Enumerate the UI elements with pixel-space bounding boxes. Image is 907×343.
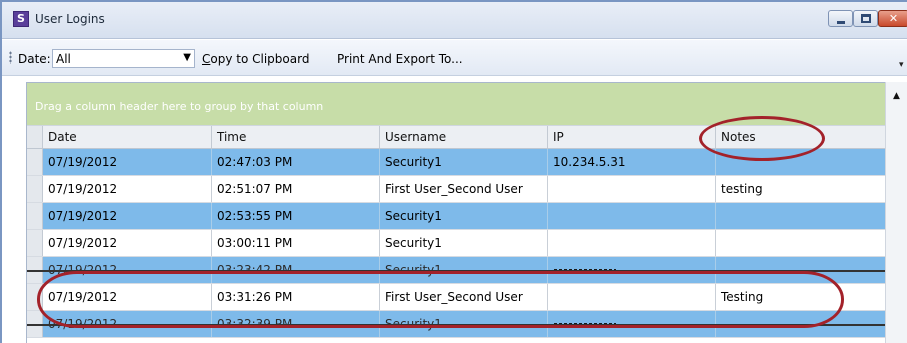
table-row[interactable]: 07/19/2012 03:31:26 PM First User_Second…: [27, 284, 887, 311]
table-row[interactable]: 07/19/2012 02:51:07 PM First User_Second…: [27, 176, 887, 203]
cell-time[interactable]: 02:51:07 PM: [212, 176, 380, 202]
date-filter-value: All: [56, 52, 71, 66]
title-bar[interactable]: S User Logins ✕: [2, 2, 907, 39]
redaction-strike-line: [27, 270, 887, 272]
date-filter-label: Date:: [18, 52, 51, 66]
cell-date[interactable]: 07/19/2012: [43, 203, 212, 229]
dropdown-arrow-icon[interactable]: ▼: [183, 52, 191, 63]
group-by-panel[interactable]: Drag a column header here to group by th…: [27, 83, 887, 125]
table-row[interactable]: 07/19/2012 03:00:11 PM Security1: [27, 230, 887, 257]
maximize-icon: [861, 14, 871, 23]
cell-date[interactable]: 07/19/2012: [43, 230, 212, 256]
row-selector[interactable]: [27, 284, 43, 310]
table-row[interactable]: 07/19/2012 03:32:39 PM Security1: [27, 311, 887, 338]
minimize-icon: [837, 21, 845, 24]
cell-time[interactable]: 02:47:03 PM: [212, 149, 380, 175]
cell-username[interactable]: First User_Second User: [380, 176, 548, 202]
toolbar-overflow-icon[interactable]: ▾: [899, 60, 907, 74]
cell-time[interactable]: 03:31:26 PM: [212, 284, 380, 310]
logins-grid: Drag a column header here to group by th…: [26, 82, 894, 343]
table-row[interactable]: 07/19/2012 02:53:55 PM Security1: [27, 203, 887, 230]
cell-username[interactable]: Security1: [380, 203, 548, 229]
maximize-button[interactable]: [853, 10, 878, 27]
scroll-up-icon[interactable]: ▲: [893, 91, 900, 101]
row-selector[interactable]: [27, 203, 43, 229]
cell-time[interactable]: 02:53:55 PM: [212, 203, 380, 229]
column-header-username[interactable]: Username: [380, 126, 548, 148]
column-header-ip[interactable]: IP: [548, 126, 716, 148]
cell-ip[interactable]: [548, 176, 716, 202]
cell-notes[interactable]: [716, 149, 887, 175]
cell-notes[interactable]: [716, 230, 887, 256]
app-icon: S: [13, 11, 29, 27]
window-title: User Logins: [35, 12, 105, 26]
print-export-button[interactable]: Print And Export To...: [337, 52, 463, 66]
cell-ip[interactable]: [548, 284, 716, 310]
cell-notes[interactable]: Testing: [716, 284, 887, 310]
table-row[interactable]: 07/19/2012 02:47:03 PM Security1 10.234.…: [27, 149, 887, 176]
close-button[interactable]: ✕: [878, 10, 907, 27]
toolbar-grip-icon[interactable]: [9, 51, 12, 64]
redaction-strike-line: [27, 324, 887, 326]
row-selector[interactable]: [27, 230, 43, 256]
column-header-notes[interactable]: Notes: [716, 126, 887, 148]
close-icon: ✕: [888, 12, 899, 25]
header-row-selector: [27, 126, 43, 148]
row-selector[interactable]: [27, 176, 43, 202]
cell-date[interactable]: 07/19/2012: [43, 284, 212, 310]
toolbar: Date: All ▼ Copy to Clipboard Print And …: [2, 40, 907, 76]
cell-ip[interactable]: [548, 203, 716, 229]
cell-notes[interactable]: testing: [716, 176, 887, 202]
column-header-date[interactable]: Date: [43, 126, 212, 148]
minimize-button[interactable]: [828, 10, 853, 27]
column-header-time[interactable]: Time: [212, 126, 380, 148]
date-filter-select[interactable]: All ▼: [52, 49, 195, 68]
grid-header: Date Time Username IP Notes: [27, 125, 887, 149]
vertical-scrollbar[interactable]: ▲: [885, 82, 907, 343]
table-row[interactable]: 07/19/2012 03:23:42 PM Security1: [27, 257, 887, 284]
cell-username[interactable]: Security1: [380, 149, 548, 175]
cell-username[interactable]: Security1: [380, 230, 548, 256]
cell-time[interactable]: 03:00:11 PM: [212, 230, 380, 256]
row-selector[interactable]: [27, 149, 43, 175]
user-logins-window: S User Logins ✕ Date: All ▼ Copy to Clip…: [0, 0, 907, 343]
cell-date[interactable]: 07/19/2012: [43, 176, 212, 202]
group-by-hint: Drag a column header here to group by th…: [35, 100, 324, 113]
copy-to-clipboard-button[interactable]: Copy to Clipboard: [202, 52, 309, 66]
cell-notes[interactable]: [716, 203, 887, 229]
cell-ip[interactable]: [548, 230, 716, 256]
cell-date[interactable]: 07/19/2012: [43, 149, 212, 175]
cell-ip[interactable]: 10.234.5.31: [548, 149, 716, 175]
copy-label: opy to Clipboard: [210, 52, 310, 66]
cell-username[interactable]: First User_Second User: [380, 284, 548, 310]
